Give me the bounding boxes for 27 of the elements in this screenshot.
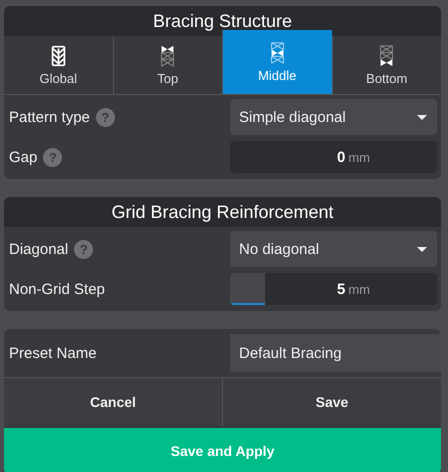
field-label: Gap [9,148,38,166]
input-field[interactable]: Default Bracing [230,334,441,372]
caret-icon [417,114,427,120]
field-label: Diagonal [9,240,68,258]
dropdown[interactable]: No diagonal [230,231,437,267]
unit-label: mm [348,282,370,296]
field-label: Preset Name [9,344,97,362]
tower-icon [378,44,396,66]
number-field[interactable]: 5 mm [230,273,437,305]
field-value: 0 [336,148,346,166]
unit-label: mm [348,150,370,164]
number-field[interactable]: 0 mm [230,141,437,173]
field-label: Pattern type [9,108,90,126]
tab[interactable]: Global [4,36,112,94]
dropdown[interactable]: Simple diagonal [230,99,437,135]
button[interactable]: Save [222,378,441,426]
field-label: Non-Grid Step [9,280,105,298]
caret-icon [417,246,427,252]
tab[interactable]: Middle [222,30,332,94]
panel-title: Grid Bracing Reinforcement [4,197,441,227]
field-value: 5 [336,280,346,298]
tower-icon [159,44,176,66]
panel-title: Bracing Structure [4,6,441,36]
tab[interactable]: Bottom [332,36,441,94]
button[interactable]: Cancel [4,378,222,426]
lattice-icon [50,44,67,66]
tower-icon [268,42,286,64]
